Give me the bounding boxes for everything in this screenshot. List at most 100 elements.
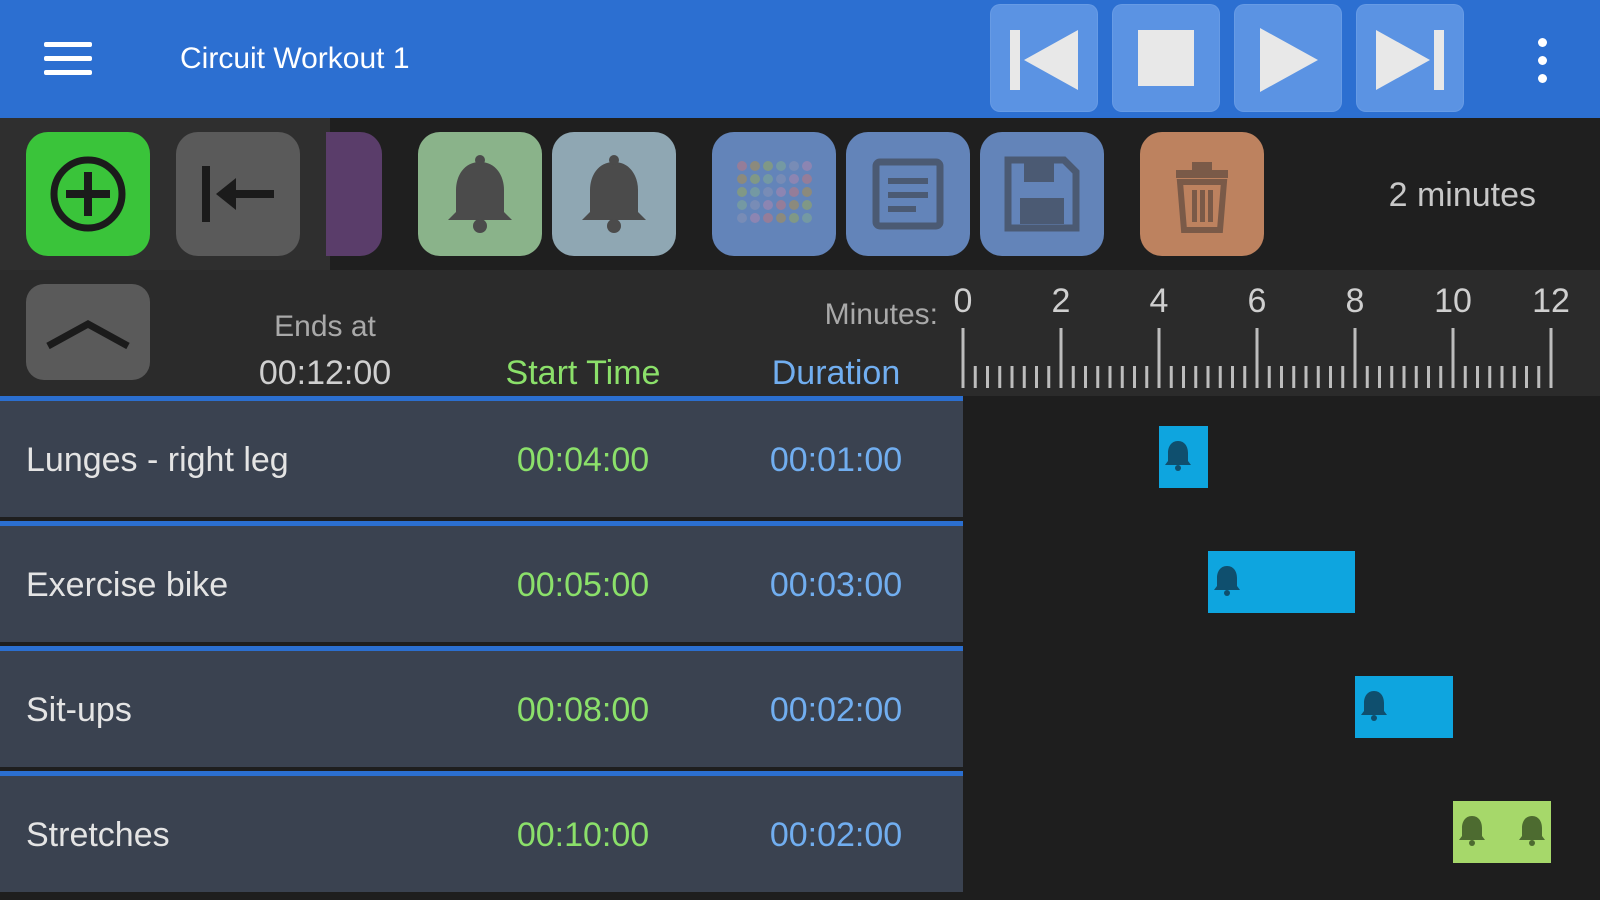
task-name: Exercise bike [26,566,229,604]
palette-swatch-dot [763,161,773,171]
color-tab-button[interactable] [326,132,382,256]
task-row[interactable]: Exercise bike 00:05:00 00:03:00 [0,521,963,642]
app-title: Circuit Workout 1 [180,42,410,75]
task-timeline-bar[interactable] [1159,426,1208,488]
ruler-tick-label: 12 [1532,282,1570,320]
palette-swatch-dot [802,161,812,171]
task-name: Lunges - right leg [26,441,289,479]
collapse-button[interactable] [26,284,150,380]
ruler-tick-label: 8 [1346,282,1365,320]
skip-previous-button[interactable] [990,4,1098,112]
add-task-button[interactable] [26,132,150,256]
bell-icon [1214,566,1240,596]
stop-button[interactable] [1112,4,1220,112]
palette-swatch-dot [776,187,786,197]
ruler-tick-label: 2 [1052,282,1071,320]
task-duration: 00:03:00 [769,566,903,604]
palette-swatch-dot [776,213,786,223]
column-header-row: Ends at 00:12:00 Start Time Duration Min… [0,270,1600,396]
stop-icon [1138,30,1194,86]
palette-swatch-dot [789,174,799,184]
palette-swatch-dot [737,161,747,171]
task-start-time: 00:04:00 [516,441,650,479]
add-circle-icon [50,156,126,232]
palette-swatch-dot [802,174,812,184]
bell-icon [1519,816,1545,846]
task-timeline-bar[interactable] [1453,801,1551,863]
arrow-to-start-icon [202,166,274,222]
color-palette-button[interactable] [712,132,836,256]
toolbar: 2 minutes [0,118,1600,270]
skip-next-button[interactable] [1356,4,1464,112]
palette-swatch-dot [763,213,773,223]
task-row[interactable]: Lunges - right leg 00:04:00 00:01:00 [0,396,963,517]
play-icon [1260,28,1318,92]
ruler-tick-label: 10 [1434,282,1472,320]
timeline-scale-label[interactable]: 2 minutes [1389,176,1536,215]
palette-swatch-dot [750,174,760,184]
palette-swatch-dot [789,200,799,210]
task-duration: 00:02:00 [769,816,903,854]
duration-column-header[interactable]: Duration [736,354,936,393]
palette-swatch-dot [737,213,747,223]
palette-swatch-dot [750,200,760,210]
play-button[interactable] [1234,4,1342,112]
minutes-label: Minutes: [824,298,938,331]
notes-icon [872,158,944,230]
bell-icon [1361,691,1387,721]
overflow-menu-icon[interactable] [1530,38,1554,86]
move-to-start-button[interactable] [176,132,300,256]
task-duration: 00:02:00 [769,691,903,729]
chevron-up-icon [46,320,130,350]
color-palette-icon [737,161,812,223]
bell-icon [1165,441,1191,471]
bell-green-button[interactable] [418,132,542,256]
palette-swatch-dot [776,174,786,184]
task-start-time: 00:10:00 [516,816,650,854]
bell-icon [1459,816,1485,846]
bell-icon [448,155,512,233]
palette-swatch-dot [750,213,760,223]
task-timeline-bar[interactable] [1208,551,1355,613]
task-row[interactable]: Stretches 00:10:00 00:02:00 [0,771,963,892]
delete-button[interactable] [1140,132,1264,256]
app-bar: Circuit Workout 1 [0,0,1600,118]
start-time-column-header[interactable]: Start Time [478,354,688,393]
palette-swatch-dot [789,161,799,171]
palette-swatch-dot [776,200,786,210]
palette-swatch-dot [763,200,773,210]
bell-gray-button[interactable] [552,132,676,256]
trash-icon [1176,162,1228,233]
ruler-tick-label: 0 [954,282,973,320]
task-name: Sit-ups [26,691,132,729]
timeline-ruler: 0 2 4 6 8 10 12 [954,282,1570,388]
notes-button[interactable] [846,132,970,256]
palette-swatch-dot [750,161,760,171]
ends-at-label: Ends at [274,310,376,343]
palette-swatch-dot [763,174,773,184]
palette-swatch-dot [776,161,786,171]
bell-icon [582,155,646,233]
timeline-area [963,396,1600,900]
task-row[interactable]: Sit-ups 00:08:00 00:02:00 [0,646,963,767]
save-button[interactable] [980,132,1104,256]
skip-next-icon [1376,30,1444,90]
task-start-time: 00:05:00 [516,566,650,604]
palette-swatch-dot [737,174,747,184]
palette-swatch-dot [789,213,799,223]
task-name: Stretches [26,816,170,854]
task-duration: 00:01:00 [769,441,903,479]
skip-previous-icon [1010,30,1078,90]
task-start-time: 00:08:00 [516,691,650,729]
palette-swatch-dot [802,200,812,210]
task-timeline-bar[interactable] [1355,676,1453,738]
save-floppy-icon [1004,156,1080,232]
hamburger-menu-icon[interactable] [44,40,94,78]
palette-swatch-dot [737,187,747,197]
palette-swatch-dot [763,187,773,197]
palette-swatch-dot [802,187,812,197]
ruler-tick-label: 4 [1150,282,1169,320]
palette-swatch-dot [750,187,760,197]
palette-swatch-dot [789,187,799,197]
ends-at-time: 00:12:00 [258,354,392,392]
